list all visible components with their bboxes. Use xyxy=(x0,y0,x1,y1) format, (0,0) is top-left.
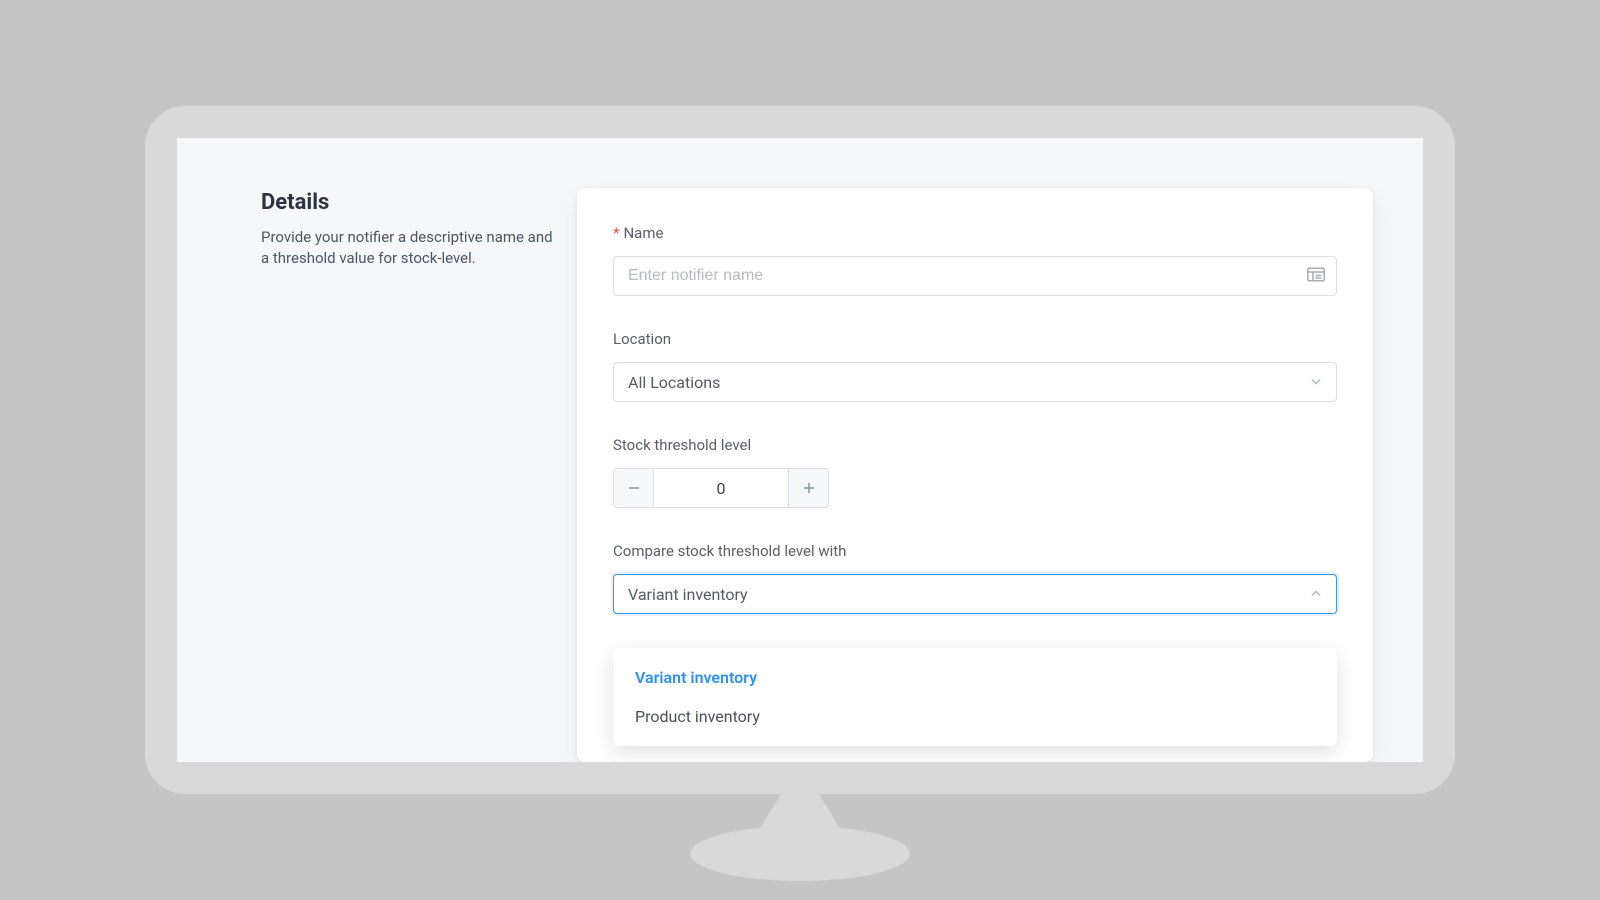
compare-field: Compare stock threshold level with Varia… xyxy=(613,542,1337,614)
stepper-increment[interactable] xyxy=(788,469,828,507)
location-value: All Locations xyxy=(628,373,720,392)
form-card: *Name xyxy=(577,188,1373,762)
name-input-wrap xyxy=(613,256,1337,296)
compare-label: Compare stock threshold level with xyxy=(613,542,1337,560)
name-label: *Name xyxy=(613,224,1337,242)
required-marker: * xyxy=(613,224,619,242)
threshold-label: Stock threshold level xyxy=(613,436,1337,454)
name-field: *Name xyxy=(613,224,1337,296)
location-select[interactable]: All Locations xyxy=(613,362,1337,402)
monitor-frame: Details Provide your notifier a descript… xyxy=(145,106,1455,794)
details-sidebar: Details Provide your notifier a descript… xyxy=(261,188,561,762)
section-description: Provide your notifier a descriptive name… xyxy=(261,227,561,269)
threshold-stepper: 0 xyxy=(613,468,829,508)
form-icon xyxy=(1307,267,1325,286)
compare-select[interactable]: Variant inventory xyxy=(613,574,1337,614)
name-label-text: Name xyxy=(623,224,663,242)
location-label: Location xyxy=(613,330,1337,348)
threshold-value[interactable]: 0 xyxy=(654,469,788,507)
location-field: Location All Locations xyxy=(613,330,1337,402)
threshold-field: Stock threshold level 0 xyxy=(613,436,1337,508)
monitor-stand-base xyxy=(690,826,910,881)
compare-option-variant[interactable]: Variant inventory xyxy=(613,658,1337,697)
stepper-decrement[interactable] xyxy=(614,469,654,507)
chevron-up-icon xyxy=(1310,585,1322,604)
chevron-down-icon xyxy=(1310,373,1322,392)
compare-option-product[interactable]: Product inventory xyxy=(613,697,1337,736)
compare-value: Variant inventory xyxy=(628,585,748,604)
app-screen: Details Provide your notifier a descript… xyxy=(177,138,1423,762)
monitor-bezel: Details Provide your notifier a descript… xyxy=(145,106,1455,794)
compare-dropdown: Variant inventory Product inventory xyxy=(613,648,1337,746)
section-title: Details xyxy=(261,190,561,215)
name-input[interactable] xyxy=(613,256,1337,296)
